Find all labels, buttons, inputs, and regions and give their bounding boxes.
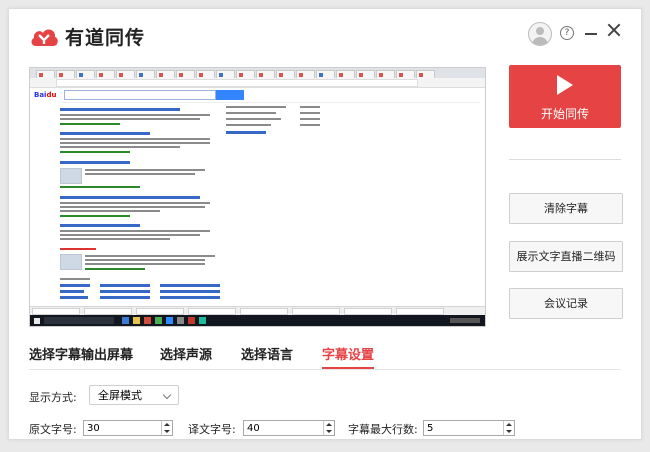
divider [509, 159, 621, 160]
source-font-size-label: 原文字号: [29, 423, 77, 436]
cloud-logo-icon [31, 29, 58, 46]
show-live-qr-button[interactable]: 展示文字直播二维码 [509, 241, 623, 272]
display-mode-value: 全屏模式 [98, 389, 142, 402]
target-font-size-value: 40 [247, 423, 260, 434]
preview-taskbar [30, 315, 485, 326]
chevron-down-icon [162, 390, 172, 400]
max-lines-label: 字幕最大行数: [348, 423, 418, 436]
tab-subtitle-settings[interactable]: 字幕设置 [322, 344, 374, 363]
app-logo: 有道同传 [29, 23, 145, 50]
minimize-icon[interactable] [585, 33, 597, 35]
target-font-size-label: 译文字号: [188, 423, 236, 436]
max-lines-value: 5 [427, 423, 434, 434]
target-font-size-stepper[interactable]: 40 [243, 420, 335, 436]
preview-browser-tabs [30, 68, 485, 79]
start-interpretation-button[interactable]: 开始同传 [509, 65, 621, 128]
stepper-arrows-icon[interactable] [161, 421, 172, 435]
stepper-arrows-icon[interactable] [503, 421, 514, 435]
title-bar: 有道同传 ? [9, 9, 641, 59]
source-font-size-value: 30 [87, 423, 100, 434]
help-icon[interactable]: ? [560, 26, 574, 40]
tab-subtitle-screen[interactable]: 选择字幕输出屏幕 [29, 344, 133, 363]
close-icon[interactable] [607, 23, 621, 37]
play-icon [557, 75, 573, 95]
user-avatar-icon[interactable] [528, 22, 552, 46]
clear-subtitles-button[interactable]: 清除字幕 [509, 193, 623, 224]
stepper-arrows-icon[interactable] [323, 421, 334, 435]
app-window: 有道同传 ? Baidu 开始同传 清除字幕 展示文字直播二维码 会议记录 选择… [8, 8, 642, 440]
source-font-size-stepper[interactable]: 30 [83, 420, 173, 436]
tabs-divider [29, 369, 621, 370]
tab-language[interactable]: 选择语言 [241, 344, 293, 363]
display-mode-select[interactable]: 全屏模式 [89, 385, 179, 405]
preview-search-header: Baidu [34, 90, 485, 102]
screen-preview: Baidu [29, 67, 486, 327]
app-title: 有道同传 [65, 27, 146, 49]
meeting-records-button[interactable]: 会议记录 [509, 288, 623, 319]
preview-download-bar [30, 306, 485, 315]
preview-address-bar [30, 78, 485, 88]
start-interpretation-label: 开始同传 [540, 107, 589, 121]
display-mode-label: 显示方式: [29, 391, 77, 404]
max-lines-stepper[interactable]: 5 [423, 420, 515, 436]
active-tab-indicator [322, 367, 374, 369]
preview-search-logo-icon: Baidu [34, 91, 57, 99]
tab-audio-source[interactable]: 选择声源 [160, 344, 212, 363]
